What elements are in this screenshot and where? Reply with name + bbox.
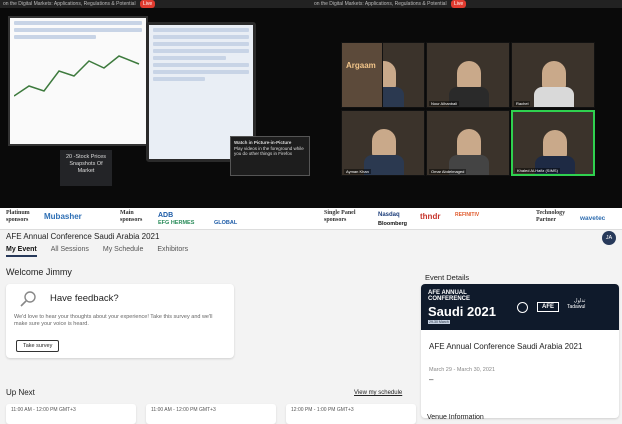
tab-all-sessions[interactable]: All Sessions — [51, 246, 89, 257]
tadawul-logo: تداول Tadawul — [567, 298, 586, 310]
banner-dates: 29-30 March — [428, 320, 450, 324]
mubasher-logo[interactable]: Mubasher — [44, 212, 82, 221]
session-time: 11:00 AM - 12:00 PM GMT+3 — [151, 407, 216, 413]
event-banner: AFE ANNUAL CONFERENCE Saudi 2021 29-30 M… — [421, 284, 619, 330]
participant-tile[interactable]: Rachel — [511, 42, 595, 108]
participant-name: Rachel — [514, 101, 531, 106]
event-tabs: My Event All Sessions My Schedule Exhibi… — [6, 246, 188, 257]
video-title-text: on the Digital Markets: Applications, Re… — [3, 1, 136, 7]
video-title-strip: on the Digital Markets: Applications, Re… — [0, 0, 311, 8]
sponsor-bar: Platinum sponsors Mubasher Main sponsors… — [0, 208, 622, 230]
afe-logo: AFE — [537, 302, 559, 312]
session-card[interactable]: 12:00 PM - 1:00 PM GMT+3 — [286, 404, 416, 424]
stock-chart-graphic — [13, 55, 140, 97]
session-time: 11:00 AM - 12:00 PM GMT+3 — [11, 407, 76, 413]
session-card[interactable]: 11:00 AM - 12:00 PM GMT+3 — [146, 404, 276, 424]
refinitiv-logo[interactable]: REFINITIV — [455, 212, 479, 218]
picture-in-picture-tooltip[interactable]: Watch in Picture-in-Picture Play videos … — [230, 136, 310, 176]
feedback-card: Have feedback? We'd love to hear your th… — [6, 284, 234, 358]
event-details-card[interactable]: AFE ANNUAL CONFERENCE Saudi 2021 29-30 M… — [421, 284, 619, 418]
tech-label: Technology Partner — [536, 210, 566, 223]
feedback-title: Have feedback? — [50, 293, 119, 304]
main-content: Welcome Jimmy Have feedback? We'd love t… — [0, 262, 622, 424]
participant-name: Omar Abdelmaged — [429, 169, 467, 174]
tab-exhibitors[interactable]: Exhibitors — [157, 246, 188, 257]
speaker-grid-video[interactable]: on the Digital Markets: Applications, Re… — [311, 0, 622, 208]
event-details-heading: Event Details — [425, 273, 470, 282]
participant-tile[interactable]: Omar Abdelmaged — [426, 110, 510, 176]
thndr-logo[interactable]: thndr — [420, 212, 440, 221]
session-time: 12:00 PM - 1:00 PM GMT+3 — [291, 407, 354, 413]
panel-label: Single Panel sponsors — [324, 210, 356, 223]
event-placeholder-dash: – — [429, 375, 434, 384]
argaam-logo: Argaam — [346, 61, 376, 70]
session-card[interactable]: 11:00 AM - 12:00 PM GMT+3 — [6, 404, 136, 424]
efg-hermes-logo[interactable]: EFG HERMES — [158, 220, 194, 226]
adb-logo[interactable]: ADB — [158, 212, 173, 219]
presentation-video[interactable]: on the Digital Markets: Applications, Re… — [0, 0, 311, 208]
banner-title: Saudi 2021 — [428, 304, 496, 319]
up-next-heading: Up Next — [6, 388, 35, 397]
feedback-body: We'd love to hear your thoughts about yo… — [14, 314, 213, 327]
wavetec-logo[interactable]: wavetec — [580, 215, 605, 222]
pip-body: Play videos in the foreground while you … — [234, 145, 304, 157]
participant-name: Ayman Khan — [344, 169, 371, 174]
video-stage[interactable]: on the Digital Markets: Applications, Re… — [0, 0, 622, 208]
main-label: Main sponsors — [120, 210, 143, 223]
participant-tile-active-speaker[interactable]: Khaled Al-Hafiz (SIMS) — [511, 110, 595, 176]
tab-my-schedule[interactable]: My Schedule — [103, 246, 143, 257]
global-logo[interactable]: GLOBAL — [214, 220, 237, 226]
participant-name: Nour Alhanbali — [429, 101, 460, 106]
live-badge: Live — [139, 0, 156, 8]
tab-my-event[interactable]: My Event — [6, 246, 37, 257]
participant-tile[interactable]: Nour Alhanbali — [426, 42, 510, 108]
page-title: AFE Annual Conference Saudi Arabia 2021 — [6, 232, 160, 241]
avatar[interactable]: JA — [602, 231, 616, 245]
banner-subtitle: AFE ANNUAL CONFERENCE — [428, 290, 471, 303]
logo-tile: Argaam — [341, 42, 383, 108]
globe-icon — [517, 302, 528, 313]
bloomberg-logo[interactable]: Bloomberg — [378, 221, 407, 227]
nasdaq-logo[interactable]: Nasdaq — [378, 212, 400, 218]
magnifier-icon — [20, 291, 36, 307]
laptop-screen — [8, 16, 148, 146]
take-survey-button[interactable]: Take survey — [16, 340, 60, 352]
participant-name: Khaled Al-Hafiz (SIMS) — [515, 168, 560, 173]
event-name: AFE Annual Conference Saudi Arabia 2021 — [429, 342, 583, 351]
event-dates: March 29 - March 30, 2021 — [429, 367, 496, 373]
video-title-strip-right: on the Digital Markets: Applications, Re… — [311, 0, 622, 8]
ticker-caption: 20 -Stock Prices Snapshots Of Market — [60, 150, 112, 186]
event-header: AFE Annual Conference Saudi Arabia 2021 … — [0, 230, 622, 260]
participant-tile[interactable]: Ayman Khan — [341, 110, 425, 176]
platinum-label: Platinum sponsors — [6, 210, 30, 223]
welcome-heading: Welcome Jimmy — [6, 267, 72, 277]
view-schedule-link[interactable]: View my schedule — [354, 390, 402, 396]
